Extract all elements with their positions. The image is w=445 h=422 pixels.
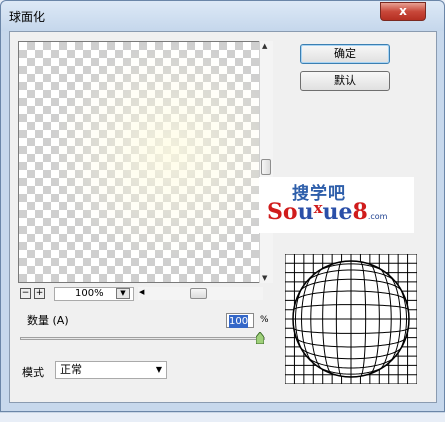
preview-vertical-scrollbar[interactable]: ▲ ▼: [259, 41, 273, 283]
close-button[interactable]: x: [380, 2, 426, 21]
dialog-window: 球面化 x ▲ ▼ − + 100% ▼ ◀ 数量 (A) 100 % 模式 正…: [0, 0, 445, 412]
zoom-in-button[interactable]: +: [34, 288, 45, 299]
window-title: 球面化: [9, 10, 46, 24]
close-icon: x: [399, 4, 407, 18]
filter-preview[interactable]: [18, 41, 266, 283]
preview-image: [19, 42, 265, 282]
zoom-dropdown-button[interactable]: ▼: [116, 288, 130, 299]
minus-icon: −: [21, 288, 30, 298]
chevron-down-icon: ▼: [120, 289, 126, 297]
scroll-up-arrow-icon[interactable]: ▲: [262, 42, 267, 50]
plus-icon: +: [35, 288, 44, 298]
watermark-en-text: Souxue8.com: [267, 199, 388, 225]
amount-label: 数量 (A): [27, 314, 69, 327]
spherize-grid-icon: [284, 253, 418, 385]
watermark-logo: 搜学吧 Souxue8.com: [259, 177, 414, 233]
zoom-out-button[interactable]: −: [20, 288, 31, 299]
spherize-grid-thumbnail: [284, 253, 418, 385]
chevron-down-icon: ▼: [155, 365, 162, 374]
mode-select[interactable]: 正常 ▼: [55, 361, 167, 379]
dialog-client-area: ▲ ▼ − + 100% ▼ ◀ 数量 (A) 100 % 模式 正常 ▼ 确定…: [9, 31, 437, 403]
scroll-left-arrow-icon[interactable]: ◀: [139, 288, 144, 296]
amount-unit: %: [260, 315, 269, 325]
mode-label: 模式: [22, 366, 44, 379]
zoom-controls: − + 100% ▼ ◀: [20, 287, 265, 303]
default-button[interactable]: 默认: [300, 71, 390, 91]
scroll-down-arrow-icon[interactable]: ▼: [262, 274, 267, 282]
title-bar[interactable]: 球面化 x: [1, 1, 444, 31]
bottom-border: [0, 412, 445, 413]
amount-input[interactable]: 100: [226, 313, 254, 328]
horizontal-scroll-thumb[interactable]: [190, 288, 207, 299]
zoom-level-value: 100%: [75, 288, 104, 299]
preview-horizontal-scrollbar[interactable]: ◀: [138, 287, 263, 300]
mode-value: 正常: [60, 363, 82, 376]
ok-button[interactable]: 确定: [300, 44, 390, 64]
vertical-scroll-thumb[interactable]: [261, 159, 271, 175]
amount-value: 100: [229, 315, 249, 328]
amount-slider-track[interactable]: [20, 337, 265, 340]
amount-slider-thumb[interactable]: [256, 332, 264, 344]
